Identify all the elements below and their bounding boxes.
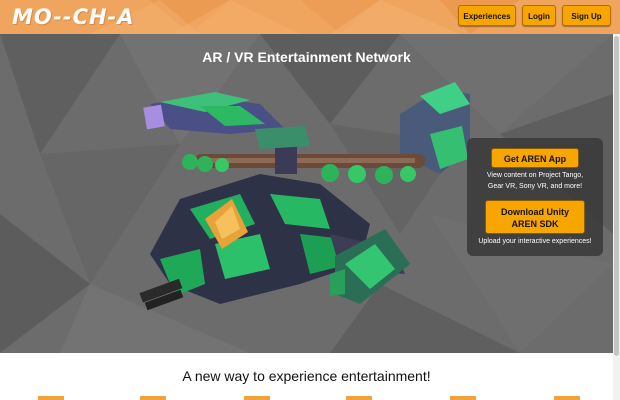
scrollbar-thumb[interactable]	[614, 36, 619, 356]
app-caption-line1: View content on Project Tango,	[486, 172, 584, 179]
sdk-caption: Upload your interactive experiences!	[478, 238, 592, 245]
signup-button[interactable]: Sign Up	[562, 5, 611, 26]
card-stub	[244, 396, 270, 400]
card-stub	[346, 396, 372, 400]
card-stub	[554, 396, 580, 400]
tagline: A new way to experience entertainment!	[182, 368, 431, 384]
sdk-button-line2: AREN SDK	[511, 219, 559, 229]
experiences-button[interactable]: Experiences	[458, 5, 516, 26]
site-logo[interactable]: MO--CH-A	[12, 4, 135, 30]
sdk-button-line1: Download Unity	[501, 207, 569, 217]
download-panel: Get AREN App View content on Project Tan…	[467, 138, 603, 256]
hero-section: AR / VR Entertainment Network Get AREN A…	[0, 34, 613, 353]
download-sdk-button[interactable]: Download Unity AREN SDK	[485, 200, 585, 234]
card-stub	[38, 396, 64, 400]
site-header: MO--CH-A Experiences Login Sign Up	[0, 0, 620, 34]
hero-title: AR / VR Entertainment Network	[202, 49, 411, 65]
app-caption-line2: Gear VR, Sony VR, and more!	[487, 183, 583, 190]
login-button[interactable]: Login	[522, 5, 556, 26]
get-app-button[interactable]: Get AREN App	[491, 148, 579, 168]
card-stub	[450, 396, 476, 400]
card-stub	[140, 396, 166, 400]
